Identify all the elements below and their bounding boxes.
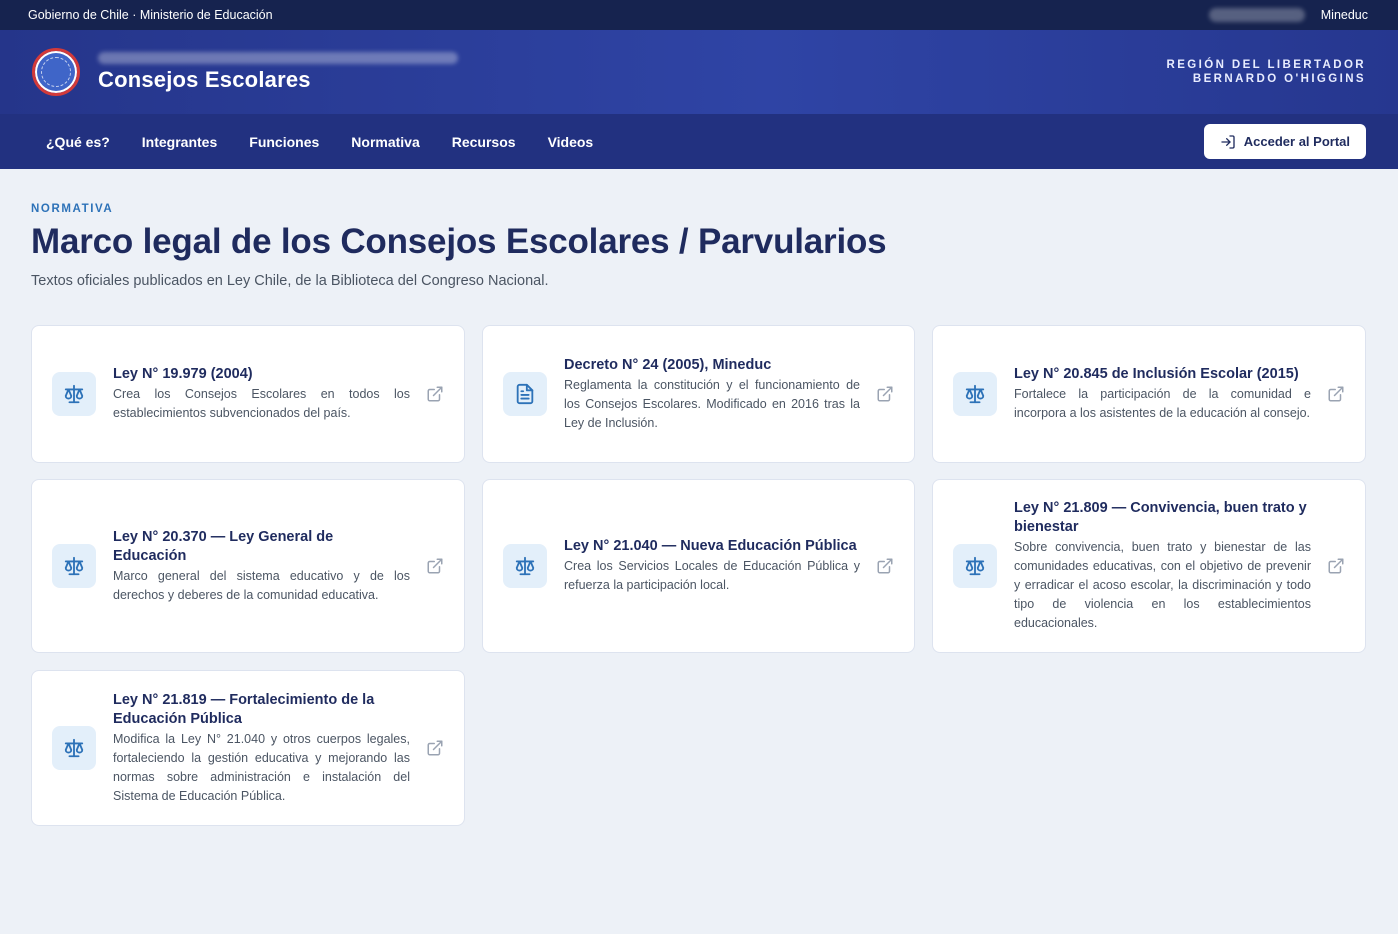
- blurred-institution-name: [98, 51, 458, 64]
- card-title: Ley N° 21.040 — Nueva Educación Pública: [564, 538, 857, 554]
- law-card[interactable]: Decreto N° 24 (2005), Mineduc Reglamenta…: [482, 325, 915, 463]
- nav-item-funciones[interactable]: Funciones: [233, 134, 335, 150]
- login-icon: [1221, 134, 1235, 149]
- card-title: Ley N° 20.845 de Inclusión Escolar (2015…: [1014, 366, 1299, 382]
- nav-links: ¿Qué es? Integrantes Funciones Normativa…: [30, 134, 609, 150]
- main-nav: ¿Qué es? Integrantes Funciones Normativa…: [0, 114, 1398, 169]
- mineduc-link[interactable]: Mineduc: [1321, 8, 1368, 22]
- nav-item-que-es[interactable]: ¿Qué es?: [30, 134, 126, 150]
- law-card[interactable]: Ley N° 20.845 de Inclusión Escolar (2015…: [932, 325, 1366, 463]
- law-card[interactable]: Ley N° 21.809 — Convivencia, buen trato …: [932, 479, 1366, 653]
- site-title: Consejos Escolares: [98, 66, 311, 92]
- section-eyebrow: NORMATIVA: [31, 203, 114, 215]
- law-card[interactable]: Ley N° 21.040 — Nueva Educación Pública …: [482, 479, 915, 653]
- document-icon: [503, 372, 547, 416]
- government-topbar: Gobierno de Chile · Ministerio de Educac…: [0, 0, 1398, 30]
- page-description: Textos oficiales publicados en Ley Chile…: [31, 273, 549, 289]
- government-label: Gobierno de Chile · Ministerio de Educac…: [28, 8, 273, 22]
- nav-item-recursos[interactable]: Recursos: [436, 134, 532, 150]
- external-link-icon: [1328, 386, 1344, 402]
- region-line-2: BERNARDO O'HIGGINS: [1192, 73, 1366, 85]
- card-title: Ley N° 19.979 (2004): [113, 366, 253, 382]
- scale-icon: [52, 544, 96, 588]
- region-line-1: REGIÓN DEL LIBERTADOR: [1166, 59, 1366, 71]
- card-description: Modifica la Ley N° 21.040 y otros cuerpo…: [113, 731, 410, 803]
- law-card[interactable]: Ley N° 20.370 — Ley General de Educación…: [31, 479, 465, 653]
- card-title: Ley N° 21.809 — Convivencia, buen trato …: [1014, 500, 1307, 535]
- card-description: Fortalece la participación de la comunid…: [1014, 387, 1311, 420]
- card-description: Crea los Consejos Escolares en todos los…: [113, 387, 410, 420]
- main-content: NORMATIVA Marco legal de los Consejos Es…: [0, 169, 1398, 826]
- card-title: Decreto N° 24 (2005), Mineduc: [564, 356, 772, 373]
- law-card[interactable]: Ley N° 21.819 — Fortalecimiento de la Ed…: [31, 670, 465, 826]
- card-description: Sobre convivencia, buen trato y bienesta…: [1014, 540, 1311, 630]
- external-link-icon: [1328, 558, 1344, 574]
- brand[interactable]: Consejos Escolares: [32, 48, 458, 96]
- card-title: Ley N° 20.370 — Ley General de Educación: [113, 528, 334, 564]
- card-description: Reglamenta la constitución y el funciona…: [564, 377, 860, 430]
- external-link-icon: [877, 558, 893, 574]
- scale-icon: [52, 726, 96, 770]
- scale-icon: [953, 372, 997, 416]
- region-label: REGIÓN DEL LIBERTADOR BERNARDO O'HIGGINS: [1167, 58, 1366, 86]
- card-description: Marco general del sistema educativo y de…: [113, 568, 410, 602]
- scale-icon: [52, 372, 96, 416]
- topbar-right: Mineduc: [1208, 8, 1370, 22]
- nav-item-normativa[interactable]: Normativa: [335, 134, 435, 150]
- scale-icon: [503, 544, 547, 588]
- access-portal-button[interactable]: Acceder al Portal: [1203, 124, 1366, 159]
- law-card[interactable]: Ley N° 19.979 (2004) Crea los Consejos E…: [31, 325, 465, 463]
- access-portal-label: Acceder al Portal: [1243, 134, 1350, 149]
- nav-item-integrantes[interactable]: Integrantes: [126, 134, 233, 150]
- institution-seal-icon: [32, 48, 80, 96]
- card-description: Crea los Servicios Locales de Educación …: [564, 559, 860, 592]
- blurred-user-label: [1208, 8, 1305, 22]
- external-link-icon: [427, 558, 443, 574]
- external-link-icon: [427, 740, 443, 756]
- page-title: Marco legal de los Consejos Escolares / …: [31, 222, 887, 261]
- scale-icon: [953, 544, 997, 588]
- card-title: Ley N° 21.819 — Fortalecimiento de la Ed…: [113, 691, 375, 727]
- site-header: Consejos Escolares REGIÓN DEL LIBERTADOR…: [0, 30, 1398, 114]
- nav-item-videos[interactable]: Videos: [532, 134, 610, 150]
- external-link-icon: [427, 386, 443, 402]
- external-link-icon: [877, 386, 893, 402]
